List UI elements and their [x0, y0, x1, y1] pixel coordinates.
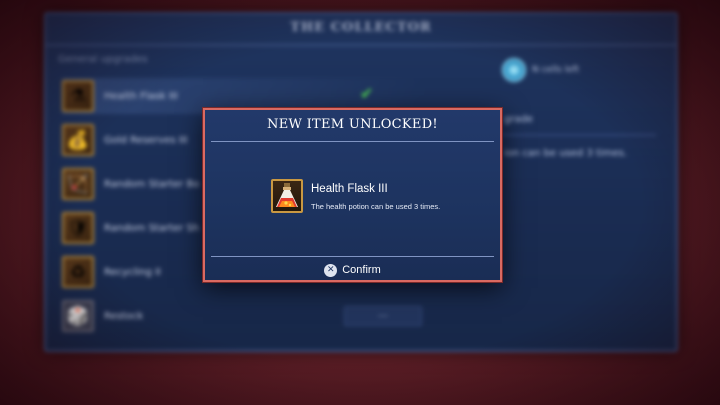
- bow-icon: 🏹: [62, 168, 94, 200]
- upgrade-name: Random Starter Bo: [104, 178, 200, 190]
- cost-box: ---: [344, 306, 422, 326]
- detail-description: ion can be used 3 times.: [504, 148, 627, 159]
- detail-heading: grade: [504, 114, 534, 125]
- upgrade-name: Restock: [104, 310, 144, 322]
- cross-button-icon: ✕: [324, 263, 338, 277]
- upgrade-name: Random Starter Sh: [104, 222, 200, 234]
- upgrade-name: Recycling II: [104, 266, 161, 278]
- item-unlocked-dialog: NEW ITEM UNLOCKED! Health Flask III The …: [203, 108, 502, 282]
- item-name: Health Flask III: [311, 183, 388, 195]
- cells-badge: N cells left: [502, 58, 579, 82]
- cells-left-text: N cells left: [532, 65, 580, 75]
- gold-icon: 💰: [62, 124, 94, 156]
- section-label: General upgrades: [58, 54, 148, 65]
- cell-orb-icon: [502, 58, 526, 82]
- confirm-button[interactable]: ✕ Confirm: [205, 260, 500, 280]
- recycle-icon: ♻: [62, 256, 94, 288]
- title-divider: [211, 141, 494, 142]
- collector-title: THE COLLECTOR: [46, 14, 676, 46]
- shield-icon: 🛡: [62, 212, 94, 244]
- footer-divider: [211, 256, 494, 257]
- upgrade-name: Gold Reserves III: [104, 134, 188, 146]
- upgrade-row[interactable]: 🎲 Restock ---: [62, 298, 422, 334]
- dice-icon: 🎲: [62, 300, 94, 332]
- item-description: The health potion can be used 3 times.: [311, 202, 441, 211]
- dialog-title: NEW ITEM UNLOCKED!: [267, 117, 438, 132]
- upgrade-name: Health Flask III: [104, 90, 178, 102]
- potion-icon: ⚗: [62, 80, 94, 112]
- confirm-label: Confirm: [342, 264, 381, 276]
- check-icon: ✔: [360, 84, 374, 103]
- health-flask-icon: [271, 179, 303, 213]
